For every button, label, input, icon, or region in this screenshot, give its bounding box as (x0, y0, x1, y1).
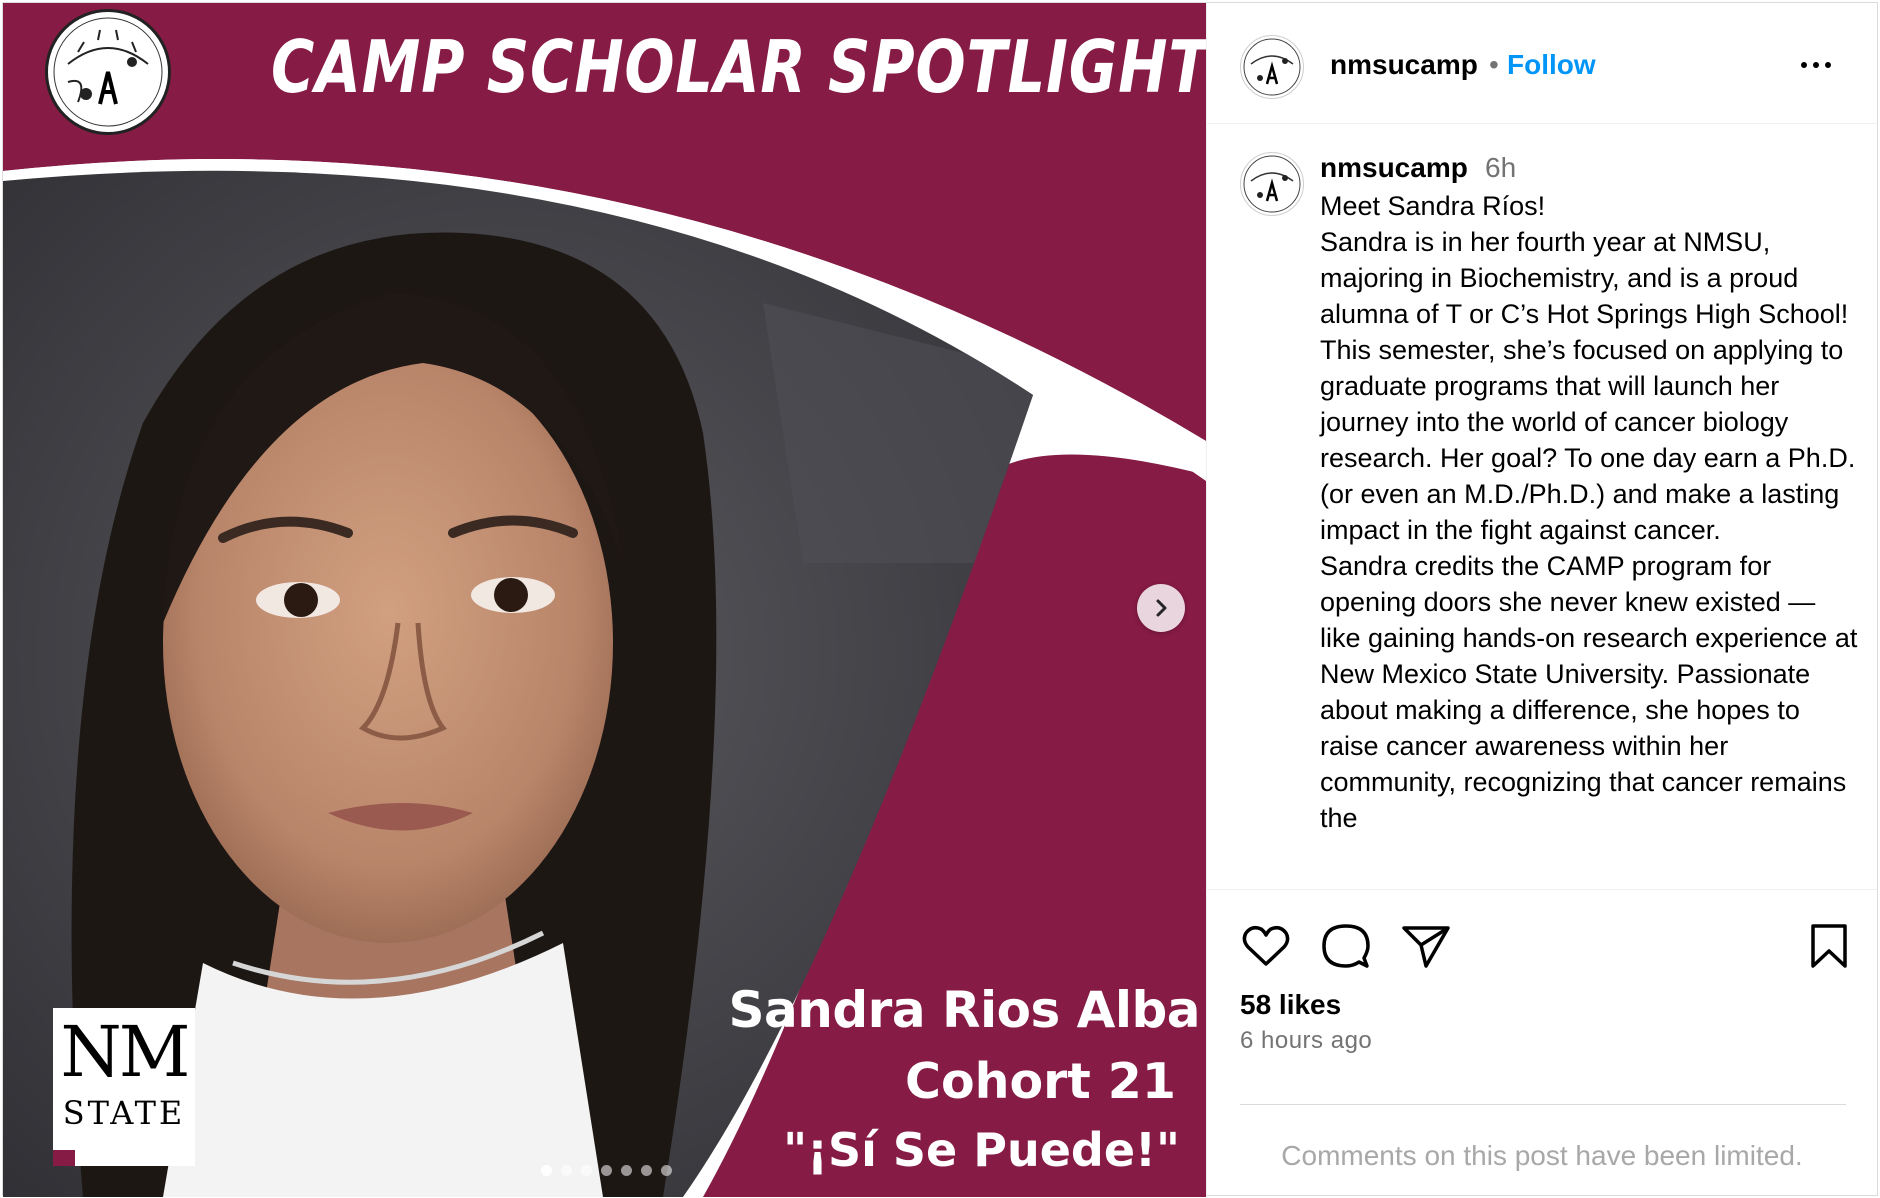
follow-button[interactable]: Follow (1507, 49, 1596, 81)
post-side-panel: nmsucamp • Follow nmsucamp 6h Meet Sandr (1206, 3, 1877, 1195)
caption-paragraph: Sandra credits the CAMP program for open… (1320, 551, 1858, 833)
more-horizontal-icon (1801, 62, 1807, 68)
heart-icon[interactable] (1240, 920, 1292, 972)
post-timestamp[interactable]: 6 hours ago (1240, 1027, 1372, 1055)
caption-time[interactable]: 6h (1485, 152, 1516, 184)
scholar-name: Sandra Rios Alba (728, 981, 1201, 1039)
caption-paragraph: Sandra is in her fourth year at NMSU, ma… (1320, 227, 1849, 329)
nm-state-logo-notch (53, 1150, 75, 1166)
avatar[interactable] (1240, 35, 1304, 99)
carousel-dot (541, 1165, 552, 1176)
post-header: nmsucamp • Follow (1207, 3, 1877, 124)
carousel-next-button[interactable] (1137, 584, 1185, 632)
camp-avatar-art (1243, 38, 1301, 96)
bookmark-icon[interactable] (1803, 920, 1855, 972)
caption-text: Meet Sandra Ríos! Sandra is in her fourt… (1320, 188, 1860, 836)
more-horizontal-icon-dot (1825, 62, 1831, 68)
chevron-right-icon (1156, 599, 1167, 617)
caption-scroll-area[interactable]: nmsucamp 6h Meet Sandra Ríos! Sandra is … (1207, 124, 1877, 889)
instagram-post: CAMP SCHOLAR SPOTLIGHT Sandra Rios Alba … (2, 2, 1878, 1197)
scholar-motto: "¡Sí Se Puede!" (783, 1123, 1180, 1177)
more-horizontal-icon-dot (1813, 62, 1819, 68)
carousel-dot (581, 1165, 592, 1176)
nm-state-logo: NM STATE (53, 1008, 195, 1166)
carousel-indicator (541, 1165, 672, 1176)
caption-username[interactable]: nmsucamp (1320, 152, 1468, 184)
scholar-cohort: Cohort 21 (904, 1053, 1176, 1110)
share-icon[interactable] (1400, 920, 1452, 972)
nm-state-logo-line1: NM (60, 1011, 191, 1093)
header-separator: • (1489, 49, 1499, 80)
more-options-button[interactable] (1796, 53, 1836, 77)
camp-logo (45, 9, 171, 135)
camp-logo-art (53, 17, 163, 127)
caption-avatar[interactable] (1240, 152, 1304, 216)
comments-limited-notice: Comments on this post have been limited. (1281, 1140, 1803, 1171)
carousel-dot (641, 1165, 652, 1176)
camp-avatar-art (1243, 155, 1301, 213)
spotlight-title: CAMP SCHOLAR SPOTLIGHT (271, 25, 1206, 109)
post-image[interactable]: CAMP SCHOLAR SPOTLIGHT Sandra Rios Alba … (3, 3, 1206, 1197)
nm-state-logo-line2: STATE (62, 1094, 186, 1132)
carousel-dot (621, 1165, 632, 1176)
carousel-dot (661, 1165, 672, 1176)
carousel-dot (601, 1165, 612, 1176)
carousel-dot (561, 1165, 572, 1176)
header-username[interactable]: nmsucamp (1330, 49, 1478, 81)
post-actions: 58 likes 6 hours ago Comments on this po… (1207, 889, 1877, 1196)
divider (1240, 1104, 1846, 1105)
comment-icon[interactable] (1320, 920, 1372, 972)
likes-count[interactable]: 58 likes (1240, 989, 1341, 1021)
caption-paragraph: This semester, she’s focused on applying… (1320, 335, 1856, 545)
caption-paragraph: Meet Sandra Ríos! (1320, 191, 1546, 221)
